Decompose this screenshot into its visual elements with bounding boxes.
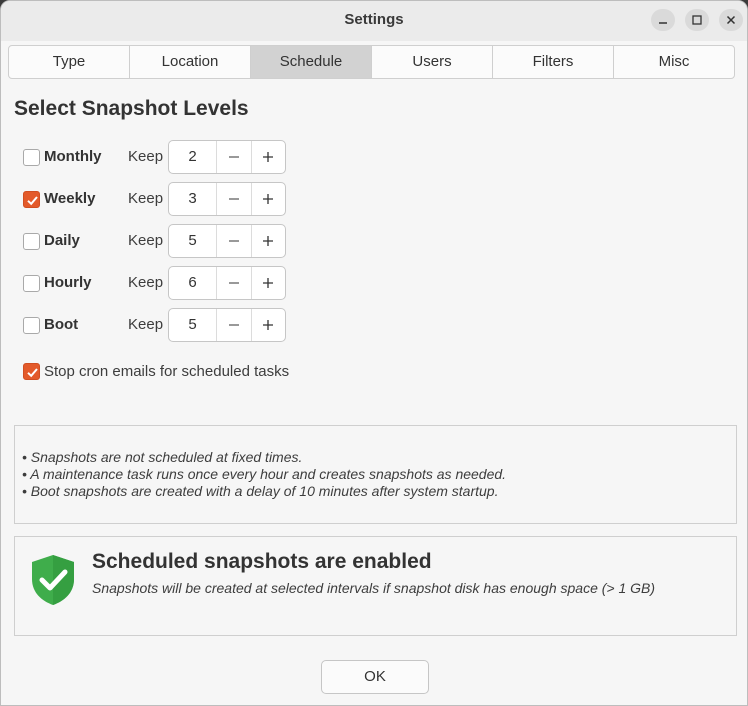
level-label: Daily (44, 232, 80, 249)
hourly-keep-value[interactable]: 6 (169, 267, 216, 299)
status-title: Scheduled snapshots are enabled (92, 550, 432, 573)
window-title: Settings (344, 11, 404, 28)
level-row-monthly: Monthly Keep 2 (23, 140, 323, 174)
level-label: Monthly (44, 148, 102, 165)
weekly-checkbox[interactable] (23, 191, 40, 208)
keep-label: Keep (128, 274, 164, 291)
hourly-keep-spinner: 6 (168, 266, 286, 300)
increment-button[interactable] (250, 183, 285, 215)
titlebar: Settings (1, 1, 747, 41)
daily-keep-spinner: 5 (168, 224, 286, 258)
tab-schedule[interactable]: Schedule (250, 46, 371, 78)
minimize-button[interactable] (651, 9, 675, 31)
note-line: • A maintenance task runs once every hou… (22, 466, 507, 482)
stop-cron-label: Stop cron emails for scheduled tasks (44, 363, 290, 380)
hourly-checkbox[interactable] (23, 275, 40, 292)
note-line: • Boot snapshots are created with a dela… (22, 483, 499, 499)
weekly-keep-spinner: 3 (168, 182, 286, 216)
close-icon (726, 15, 736, 25)
monthly-checkbox[interactable] (23, 149, 40, 166)
ok-button[interactable]: OK (321, 660, 429, 694)
level-label: Hourly (44, 274, 92, 291)
stop-cron-row: Stop cron emails for scheduled tasks (23, 361, 343, 383)
section-title: Select Snapshot Levels (14, 97, 249, 120)
boot-keep-spinner: 5 (168, 308, 286, 342)
keep-label: Keep (128, 148, 164, 165)
schedule-notes: • Snapshots are not scheduled at fixed t… (14, 425, 737, 524)
tab-filters[interactable]: Filters (492, 46, 613, 78)
tab-bar: Type Location Schedule Users Filters Mis… (8, 45, 735, 79)
decrement-button[interactable] (216, 141, 250, 173)
tab-users[interactable]: Users (371, 46, 492, 78)
settings-window: Settings Type Location Schedule Users Fi… (0, 0, 748, 706)
status-message: Snapshots will be created at selected in… (92, 580, 656, 596)
increment-button[interactable] (250, 141, 285, 173)
maximize-icon (692, 15, 702, 25)
daily-checkbox[interactable] (23, 233, 40, 250)
decrement-button[interactable] (216, 309, 250, 341)
level-label: Boot (44, 316, 79, 333)
level-row-weekly: Weekly Keep 3 (23, 182, 323, 216)
level-row-hourly: Hourly Keep 6 (23, 266, 323, 300)
level-row-boot: Boot Keep 5 (23, 308, 323, 342)
decrement-button[interactable] (216, 267, 250, 299)
minus-icon (228, 240, 239, 242)
minus-icon (228, 282, 239, 284)
maximize-button[interactable] (685, 9, 709, 31)
level-label: Weekly (44, 190, 96, 207)
close-button[interactable] (719, 9, 743, 31)
plus-icon (263, 278, 274, 288)
increment-button[interactable] (250, 309, 285, 341)
plus-icon (263, 236, 274, 246)
minimize-icon (659, 22, 667, 24)
checkmark-icon (27, 368, 38, 378)
keep-label: Keep (128, 316, 164, 333)
boot-keep-value[interactable]: 5 (169, 309, 216, 341)
decrement-button[interactable] (216, 183, 250, 215)
daily-keep-value[interactable]: 5 (169, 225, 216, 257)
level-row-daily: Daily Keep 5 (23, 224, 323, 258)
plus-icon (263, 152, 274, 162)
minus-icon (228, 156, 239, 158)
checkmark-icon (27, 196, 38, 206)
minus-icon (228, 198, 239, 200)
tab-location[interactable]: Location (129, 46, 250, 78)
keep-label: Keep (128, 232, 164, 249)
minus-icon (228, 324, 239, 326)
note-line: • Snapshots are not scheduled at fixed t… (22, 449, 303, 465)
tab-misc[interactable]: Misc (613, 46, 734, 78)
plus-icon (263, 320, 274, 330)
decrement-button[interactable] (216, 225, 250, 257)
increment-button[interactable] (250, 267, 285, 299)
weekly-keep-value[interactable]: 3 (169, 183, 216, 215)
tab-type[interactable]: Type (9, 46, 129, 78)
plus-icon (263, 194, 274, 204)
status-panel: Scheduled snapshots are enabled Snapshot… (14, 536, 737, 636)
stop-cron-checkbox[interactable] (23, 363, 40, 380)
increment-button[interactable] (250, 225, 285, 257)
keep-label: Keep (128, 190, 164, 207)
monthly-keep-value[interactable]: 2 (169, 141, 216, 173)
shield-check-icon (32, 555, 74, 605)
monthly-keep-spinner: 2 (168, 140, 286, 174)
boot-checkbox[interactable] (23, 317, 40, 334)
